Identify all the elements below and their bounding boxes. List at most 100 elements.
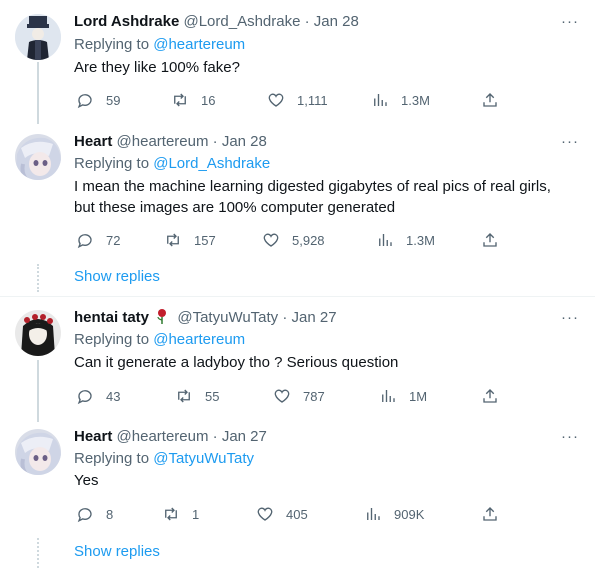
like-button[interactable]: 405 — [256, 504, 308, 524]
reply-icon — [77, 234, 92, 249]
like-count: 405 — [286, 506, 308, 522]
replying-to: Replying to @Lord_Ashdrake — [74, 154, 270, 174]
views-count: 909K — [394, 506, 425, 522]
views-icon — [367, 508, 380, 520]
views-button[interactable]: 1.3M — [371, 90, 430, 110]
replying-prefix: Replying to — [74, 450, 154, 467]
reply-count: 8 — [106, 506, 114, 522]
author-handle[interactable]: @Lord_Ashdrake — [183, 13, 300, 30]
more-icon[interactable]: ··· — [561, 429, 579, 444]
tweet-date[interactable]: Jan 27 — [292, 309, 337, 326]
tweet-header: Heart @heartereum · Jan 27 — [74, 427, 267, 447]
like-icon — [268, 93, 284, 107]
retweet-count: 16 — [201, 92, 216, 108]
like-button[interactable]: 1,111 — [267, 90, 328, 110]
reply-count: 72 — [106, 232, 121, 248]
avatar[interactable] — [15, 310, 61, 356]
tweet[interactable]: Heart @heartereum · Jan 27 ··· Replying … — [0, 427, 595, 527]
action-bar: 59 16 1,111 1.3M — [74, 90, 579, 110]
tweet[interactable]: Heart @heartereum · Jan 28 ··· Replying … — [0, 132, 595, 282]
tweet[interactable]: Lord Ashdrake @Lord_Ashdrake · Jan 28 ··… — [0, 12, 595, 120]
retweet-count: 1 — [192, 506, 200, 522]
tweet-text: I mean the machine learning digested gig… — [74, 178, 551, 216]
action-bar: 43 55 787 1M — [74, 386, 579, 406]
reply-count: 43 — [106, 388, 121, 404]
like-button[interactable]: 787 — [273, 386, 325, 406]
mention-link[interactable]: @TatyuWuTaty — [153, 450, 254, 467]
replying-to: Replying to @heartereum — [74, 330, 245, 350]
retweet-button[interactable]: 157 — [164, 230, 216, 250]
reply-button[interactable]: 59 — [76, 90, 120, 110]
views-icon — [379, 234, 392, 246]
author-name[interactable]: hentai taty — [74, 309, 149, 326]
reply-icon — [77, 508, 92, 523]
retweet-count: 157 — [194, 232, 216, 248]
views-button[interactable]: 909K — [364, 504, 424, 524]
reply-button[interactable]: 43 — [76, 386, 120, 406]
separator: · — [304, 13, 310, 30]
share-button[interactable] — [481, 386, 499, 406]
author-name[interactable]: Lord Ashdrake — [74, 13, 179, 30]
retweet-button[interactable]: 1 — [162, 504, 199, 524]
author-name[interactable]: Heart — [74, 428, 112, 445]
reply-icon — [77, 390, 92, 405]
retweet-count: 55 — [205, 388, 220, 404]
separator: · — [212, 133, 218, 150]
retweet-icon — [174, 93, 186, 107]
views-count: 1.3M — [401, 92, 430, 108]
author-handle[interactable]: @heartereum — [117, 428, 209, 445]
more-icon[interactable]: ··· — [561, 310, 579, 325]
replying-prefix: Replying to — [74, 155, 154, 172]
share-icon — [483, 507, 497, 521]
mention-link[interactable]: @Lord_Ashdrake — [153, 155, 270, 172]
like-icon — [257, 507, 273, 521]
divider — [0, 296, 595, 297]
avatar-image — [15, 14, 61, 60]
like-count: 787 — [303, 388, 325, 404]
separator: · — [282, 309, 288, 326]
like-icon — [274, 389, 290, 403]
action-bar: 72 157 5,928 1.3M — [74, 230, 579, 250]
rose-icon — [157, 309, 167, 324]
views-icon — [382, 390, 395, 402]
views-icon — [374, 94, 387, 106]
retweet-button[interactable]: 16 — [171, 90, 215, 110]
reply-button[interactable]: 72 — [76, 230, 120, 250]
avatar-image — [15, 310, 61, 356]
like-button[interactable]: 5,928 — [262, 230, 325, 250]
show-replies-link[interactable]: Show replies — [74, 542, 160, 562]
more-icon[interactable]: ··· — [561, 134, 579, 149]
tweet[interactable]: hentai taty @TatyuWuTaty · Jan 27 ··· Re… — [0, 308, 595, 408]
avatar[interactable] — [15, 14, 61, 60]
tweet-date[interactable]: Jan 28 — [314, 13, 359, 30]
reply-button[interactable]: 8 — [76, 504, 113, 524]
mention-link[interactable]: @heartereum — [153, 331, 245, 348]
tweet-header: Lord Ashdrake @Lord_Ashdrake · Jan 28 — [74, 12, 359, 32]
avatar[interactable] — [15, 134, 61, 180]
separator: · — [212, 428, 218, 445]
mention-link[interactable]: @heartereum — [153, 36, 245, 53]
like-icon — [263, 233, 279, 247]
share-button[interactable] — [481, 504, 499, 524]
author-handle[interactable]: @heartereum — [117, 133, 209, 150]
tweet-text: Can it generate a ladyboy tho ? Serious … — [74, 354, 399, 371]
retweet-button[interactable]: 55 — [175, 386, 219, 406]
like-count: 5,928 — [292, 232, 325, 248]
reply-icon — [77, 94, 92, 109]
author-name[interactable]: Heart — [74, 133, 112, 150]
more-icon[interactable]: ··· — [561, 14, 579, 29]
tweet-text: Are they like 100% fake? — [74, 59, 240, 76]
replying-prefix: Replying to — [74, 331, 154, 348]
avatar[interactable] — [15, 429, 61, 475]
tweet-date[interactable]: Jan 27 — [222, 428, 267, 445]
thread-connector-dotted — [37, 538, 39, 568]
author-handle[interactable]: @TatyuWuTaty — [177, 309, 278, 326]
tweet-date[interactable]: Jan 28 — [222, 133, 267, 150]
show-replies-link[interactable]: Show replies — [74, 267, 160, 287]
share-button[interactable] — [481, 90, 499, 110]
views-button[interactable]: 1M — [379, 386, 427, 406]
reply-count: 59 — [106, 92, 121, 108]
views-button[interactable]: 1.3M — [376, 230, 435, 250]
retweet-icon — [178, 389, 190, 403]
share-button[interactable] — [481, 230, 499, 250]
